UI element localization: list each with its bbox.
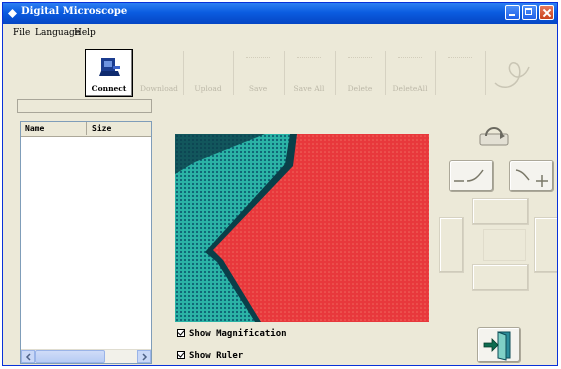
download-button[interactable]: Download [135, 49, 183, 97]
zoom-in-button[interactable] [509, 160, 554, 192]
delete-all-icon [398, 57, 422, 72]
column-header-name[interactable]: Name [21, 122, 87, 135]
specimen-image [175, 134, 429, 322]
scroll-right-button[interactable] [137, 350, 151, 363]
window-title: Digital Microscope [21, 6, 128, 17]
toolbar-divider [485, 51, 486, 95]
chevron-left-icon [25, 353, 31, 361]
delete-label: Delete [347, 84, 373, 93]
close-button[interactable] [539, 5, 554, 20]
capture-icon [448, 57, 472, 72]
app-icon [8, 9, 17, 18]
help-icon[interactable] [487, 53, 537, 93]
show-magnification-checkbox[interactable]: Show Magnification [177, 329, 287, 339]
menu-help[interactable]: Help [74, 28, 96, 38]
list-header: Name Size [21, 122, 151, 137]
connect-icon [99, 58, 120, 76]
exit-button[interactable] [477, 327, 521, 363]
delete-button[interactable]: Delete [336, 49, 384, 97]
column-header-size[interactable]: Size [88, 122, 148, 135]
file-list[interactable]: Name Size [20, 121, 152, 364]
zoom-in-icon [515, 169, 548, 187]
save-all-icon [297, 57, 321, 72]
delete-icon [348, 57, 372, 72]
exit-door-icon [483, 331, 511, 361]
main-window: Digital Microscope File Language Help Co… [2, 2, 558, 366]
status-field [17, 99, 152, 113]
maximize-button[interactable] [522, 5, 537, 20]
delete-all-label: DeleteAll [392, 84, 428, 93]
center-button[interactable] [483, 229, 526, 261]
zoom-out-button[interactable] [449, 160, 494, 192]
minimize-button[interactable] [505, 5, 520, 20]
rotate-icon [479, 127, 509, 146]
save-all-button[interactable]: Save All [285, 49, 333, 97]
move-down-button[interactable] [472, 264, 529, 291]
save-button[interactable]: Save [234, 49, 282, 97]
connect-label: Connect [91, 84, 127, 93]
move-up-button[interactable] [472, 198, 529, 225]
save-all-label: Save All [293, 84, 325, 93]
scroll-left-button[interactable] [21, 350, 35, 363]
horizontal-scrollbar[interactable] [21, 349, 151, 363]
save-icon [246, 57, 270, 72]
show-ruler-label: Show Ruler [189, 351, 244, 361]
menu-bar: File Language Help [3, 25, 557, 42]
download-label: Download [140, 84, 178, 93]
show-ruler-checkbox[interactable]: Show Ruler [177, 351, 243, 361]
connect-button[interactable]: Connect [85, 49, 133, 97]
upload-button[interactable]: Upload [184, 49, 232, 97]
toolbar-button-blank[interactable] [436, 49, 484, 97]
zoom-out-icon [454, 169, 484, 182]
checkbox-checked-icon [177, 329, 185, 337]
checkbox-checked-icon [177, 351, 185, 359]
move-right-button[interactable] [534, 217, 557, 273]
upload-label: Upload [194, 84, 222, 93]
title-bar[interactable]: Digital Microscope [3, 3, 557, 24]
save-label: Save [248, 84, 268, 93]
scroll-thumb[interactable] [35, 350, 105, 363]
move-left-button[interactable] [439, 217, 464, 273]
show-magnification-label: Show Magnification [189, 329, 287, 339]
menu-file[interactable]: File [13, 28, 30, 38]
delete-all-button[interactable]: DeleteAll [386, 49, 434, 97]
camera-preview [175, 134, 429, 322]
chevron-right-icon [142, 353, 148, 361]
rotate-button[interactable] [477, 122, 511, 149]
